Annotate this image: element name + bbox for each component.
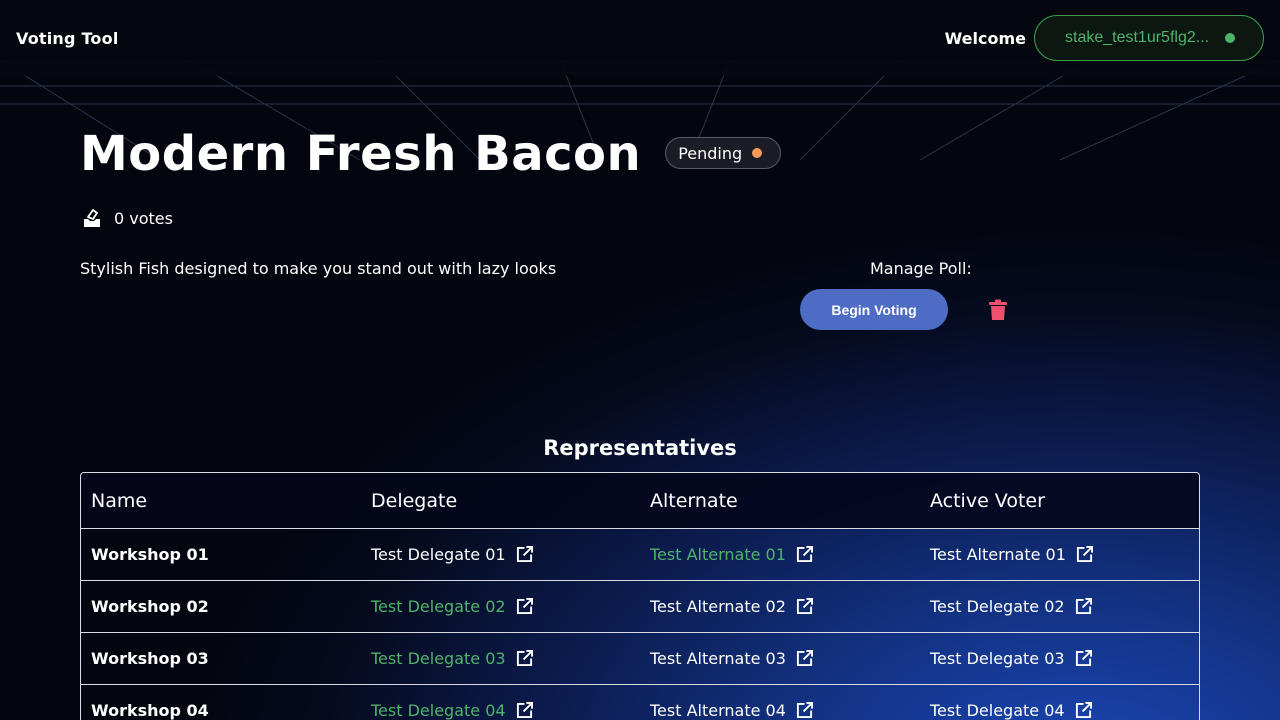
welcome-label: Welcome [944, 28, 1026, 48]
active-voter-cell: Test Alternate 01 [920, 545, 1199, 564]
status-badge: Pending [665, 137, 782, 169]
external-link-icon[interactable] [796, 650, 813, 667]
table-row: Workshop 01 Test Delegate 01 Test Altern… [81, 529, 1199, 581]
wallet-connected-dot [1225, 33, 1235, 43]
active-voter-name: Test Delegate 04 [930, 701, 1065, 720]
active-voter-cell: Test Delegate 04 [920, 701, 1199, 720]
status-label: Pending [678, 143, 743, 163]
external-link-icon[interactable] [1075, 598, 1092, 615]
external-link-icon[interactable] [516, 650, 533, 667]
delegate-name: Test Delegate 01 [371, 545, 506, 564]
alternate-name: Test Alternate 01 [650, 545, 786, 564]
external-link-icon[interactable] [1076, 546, 1093, 563]
poll-description: Stylish Fish designed to make you stand … [80, 259, 557, 278]
poll-title-row: Modern Fresh Bacon Pending [80, 126, 782, 182]
alternate-name: Test Alternate 04 [650, 701, 786, 720]
status-dot [752, 148, 763, 158]
external-link-icon[interactable] [796, 702, 813, 719]
votes-count: 0 votes [82, 208, 173, 228]
external-link-icon[interactable] [1075, 702, 1092, 719]
workshop-name: Workshop 04 [91, 701, 209, 720]
wallet-address: stake_test1ur5flg2... [1065, 29, 1210, 46]
delegate-name: Test Delegate 03 [371, 649, 506, 668]
alternate-cell: Test Alternate 02 [640, 597, 920, 616]
votes-label: 0 votes [114, 208, 173, 228]
alternate-name: Test Alternate 03 [650, 649, 786, 668]
delegate-cell: Test Delegate 01 [361, 545, 640, 564]
table-row: Workshop 03 Test Delegate 03 Test Altern… [81, 633, 1199, 685]
alternate-cell: Test Alternate 03 [640, 649, 920, 668]
header-right: Welcome stake_test1ur5flg2... [945, 15, 1264, 61]
active-voter-name: Test Delegate 03 [930, 649, 1065, 668]
top-bar: Voting Tool Welcome stake_test1ur5flg2..… [0, 0, 1280, 76]
table-header-row: Name Delegate Alternate Active Voter [81, 473, 1199, 529]
workshop-name: Workshop 03 [91, 649, 209, 668]
delegate-name: Test Delegate 04 [371, 701, 506, 720]
column-header-active-voter: Active Voter [930, 489, 1045, 512]
wallet-button[interactable]: stake_test1ur5flg2... [1034, 15, 1264, 61]
external-link-icon[interactable] [516, 598, 533, 615]
delegate-cell: Test Delegate 04 [361, 701, 640, 720]
trash-icon[interactable] [988, 299, 1008, 321]
poll-title: Modern Fresh Bacon [80, 126, 642, 182]
external-link-icon[interactable] [1075, 650, 1092, 667]
active-voter-cell: Test Delegate 03 [920, 649, 1199, 668]
workshop-name: Workshop 02 [91, 597, 209, 616]
begin-voting-button[interactable]: Begin Voting [800, 289, 948, 330]
external-link-icon[interactable] [516, 546, 533, 563]
delegate-cell: Test Delegate 02 [361, 597, 640, 616]
external-link-icon[interactable] [796, 598, 813, 615]
workshop-name: Workshop 01 [91, 545, 209, 564]
manage-poll-label: Manage Poll: [870, 259, 972, 278]
alternate-name: Test Alternate 02 [650, 597, 786, 616]
representatives-table: Name Delegate Alternate Active Voter Wor… [80, 472, 1200, 720]
table-row: Workshop 02 Test Delegate 02 Test Altern… [81, 581, 1199, 633]
delegate-name: Test Delegate 02 [371, 597, 506, 616]
ballot-box-icon [84, 209, 100, 227]
column-header-delegate: Delegate [371, 489, 458, 512]
representatives-title: Representatives [543, 436, 737, 460]
alternate-cell: Test Alternate 01 [640, 545, 920, 564]
column-header-alternate: Alternate [650, 489, 738, 512]
external-link-icon[interactable] [516, 702, 533, 719]
app-title[interactable]: Voting Tool [16, 29, 119, 48]
column-header-name: Name [91, 489, 148, 512]
active-voter-cell: Test Delegate 02 [920, 597, 1199, 616]
alternate-cell: Test Alternate 04 [640, 701, 920, 720]
active-voter-name: Test Alternate 01 [930, 545, 1066, 564]
delegate-cell: Test Delegate 03 [361, 649, 640, 668]
table-row: Workshop 04 Test Delegate 04 Test Altern… [81, 685, 1199, 720]
active-voter-name: Test Delegate 02 [930, 597, 1065, 616]
external-link-icon[interactable] [796, 546, 813, 563]
